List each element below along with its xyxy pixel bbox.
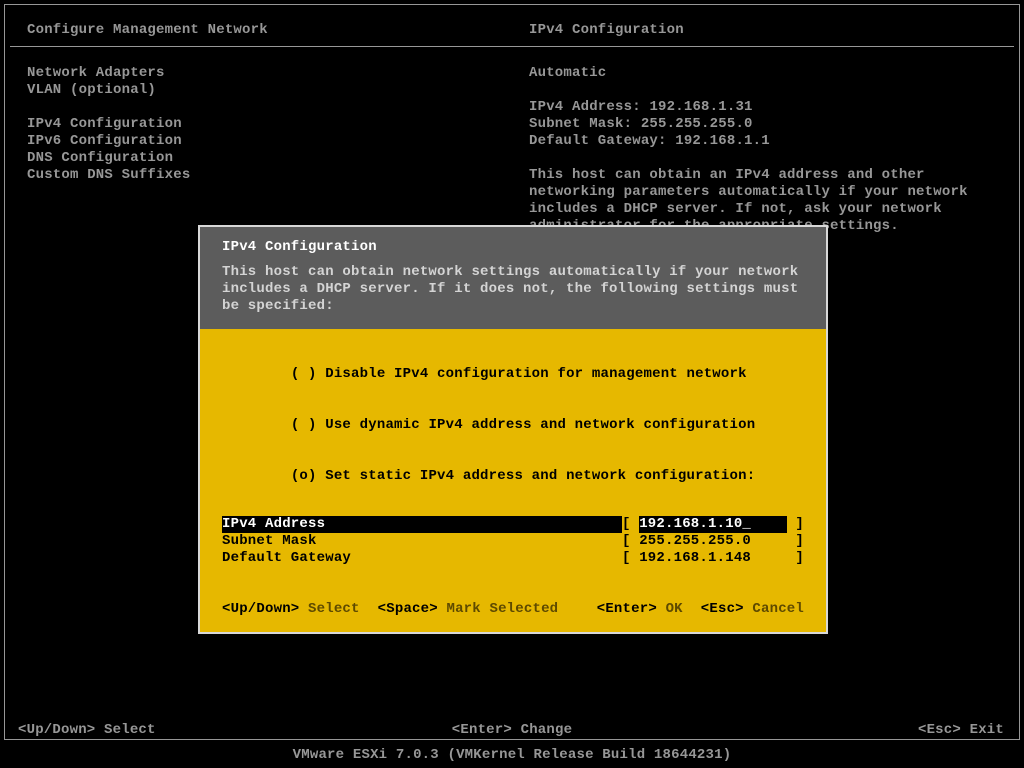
- menu-item[interactable]: DNS Configuration: [27, 150, 190, 167]
- field-ipv4-address[interactable]: IPv4 Address [ 192.168.1.10_ ]: [222, 516, 804, 533]
- info-panel: Automatic IPv4 Address: 192.168.1.31 Sub…: [529, 65, 997, 252]
- menu-spacer: [27, 99, 190, 116]
- field-subnet-mask[interactable]: Subnet Mask [ 255.255.255.0 ]: [222, 533, 804, 550]
- radio-icon: ( ): [291, 366, 317, 382]
- page-title-right: IPv4 Configuration: [529, 22, 684, 38]
- field-value[interactable]: 192.168.1.10_: [639, 516, 787, 533]
- hint-updown: <Up/Down> Select: [222, 601, 360, 618]
- page-title-left: Configure Management Network: [27, 22, 268, 38]
- hint-space: <Space> Mark Selected: [378, 601, 559, 618]
- bracket-open-icon: [: [622, 533, 639, 550]
- left-menu: Network Adapters VLAN (optional) IPv4 Co…: [27, 65, 190, 184]
- hint-enter: <Enter> OK: [597, 601, 683, 618]
- hint-updown: <Up/Down> Select: [18, 722, 156, 738]
- field-value[interactable]: 192.168.1.148: [639, 550, 787, 567]
- radio-disable-ipv4[interactable]: ( ) Disable IPv4 configuration for manag…: [222, 349, 804, 400]
- radio-label: Set static IPv4 address and network conf…: [325, 468, 755, 484]
- info-ipv4: IPv4 Address: 192.168.1.31: [529, 99, 997, 116]
- field-label: IPv4 Address: [222, 516, 622, 533]
- info-mask-value: 255.255.255.0: [641, 116, 753, 132]
- info-ipv4-value: 192.168.1.31: [649, 99, 752, 115]
- info-mode: Automatic: [529, 65, 997, 82]
- bracket-open-icon: [: [622, 516, 639, 533]
- radio-icon: (o): [291, 468, 317, 484]
- menu-item[interactable]: IPv6 Configuration: [27, 133, 190, 150]
- hint-esc: <Esc> Exit: [918, 722, 1004, 738]
- product-brand: VMware ESXi 7.0.3 (VMKernel Release Buil…: [0, 747, 1024, 763]
- menu-item[interactable]: Network Adapters: [27, 65, 190, 82]
- radio-label: Use dynamic IPv4 address and network con…: [325, 417, 755, 433]
- menu-item[interactable]: IPv4 Configuration: [27, 116, 190, 133]
- field-label: Default Gateway: [222, 550, 622, 567]
- dialog-title: IPv4 Configuration: [222, 239, 804, 256]
- field-value[interactable]: 255.255.255.0: [639, 533, 787, 550]
- info-gw: Default Gateway: 192.168.1.1: [529, 133, 997, 150]
- status-bar: <Up/Down> Select <Enter> Change <Esc> Ex…: [0, 719, 1024, 741]
- radio-dhcp-ipv4[interactable]: ( ) Use dynamic IPv4 address and network…: [222, 400, 804, 451]
- info-gw-label: Default Gateway:: [529, 133, 667, 150]
- radio-icon: ( ): [291, 417, 317, 433]
- bracket-close-icon: ]: [787, 533, 804, 550]
- bracket-open-icon: [: [622, 550, 639, 567]
- radio-label: Disable IPv4 configuration for managemen…: [325, 366, 746, 382]
- field-default-gateway[interactable]: Default Gateway [ 192.168.1.148 ]: [222, 550, 804, 567]
- info-gw-value: 192.168.1.1: [675, 133, 770, 149]
- info-mask: Subnet Mask: 255.255.255.0: [529, 116, 997, 133]
- menu-item[interactable]: VLAN (optional): [27, 82, 190, 99]
- field-label: Subnet Mask: [222, 533, 622, 550]
- dialog-intro: This host can obtain network settings au…: [222, 264, 804, 315]
- bracket-close-icon: ]: [787, 550, 804, 567]
- dialog-footer: <Up/Down> Select <Space> Mark Selected <…: [222, 601, 804, 618]
- menu-item[interactable]: Custom DNS Suffixes: [27, 167, 190, 184]
- hint-enter: <Enter> Change: [452, 722, 572, 738]
- divider: [10, 46, 1014, 47]
- ipv4-dialog: IPv4 Configuration This host can obtain …: [198, 225, 828, 634]
- info-ipv4-label: IPv4 Address:: [529, 99, 641, 116]
- info-mask-label: Subnet Mask:: [529, 116, 632, 133]
- radio-static-ipv4[interactable]: (o) Set static IPv4 address and network …: [222, 451, 804, 502]
- bracket-close-icon: ]: [787, 516, 804, 533]
- hint-esc: <Esc> Cancel: [701, 601, 804, 618]
